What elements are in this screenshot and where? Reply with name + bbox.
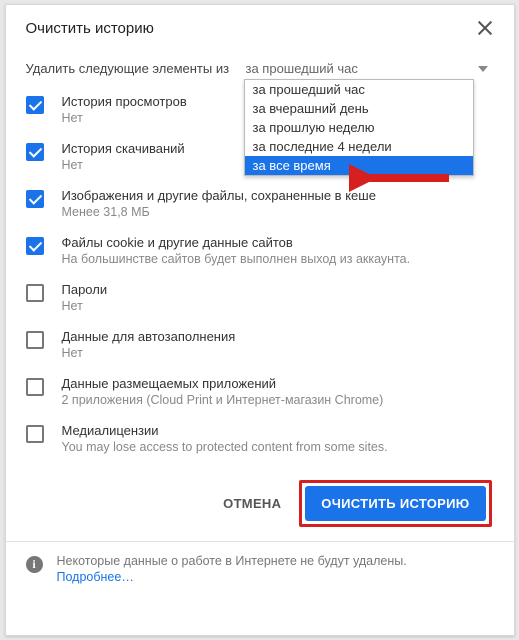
time-range-row: Удалить следующие элементы из за прошедш… (6, 47, 514, 80)
clear-history-dialog: Очистить историю Удалить следующие элеме… (5, 4, 515, 636)
select-header[interactable]: за прошедший час (246, 59, 494, 80)
time-range-dropdown: за прошедший часза вчерашний деньза прош… (244, 79, 474, 176)
item-sublabel: На большинстве сайтов будет выполнен вых… (62, 252, 494, 266)
list-item: Данные размещаемых приложений 2 приложени… (26, 368, 494, 415)
checkbox[interactable] (26, 284, 44, 302)
item-label: Данные размещаемых приложений (62, 376, 494, 391)
dropdown-option[interactable]: за прошедший час (245, 80, 473, 99)
item-label: Данные для автозаполнения (62, 329, 494, 344)
dropdown-option[interactable]: за вчерашний день (245, 99, 473, 118)
list-item: Файлы cookie и другие данные сайтов На бо… (26, 227, 494, 274)
item-sublabel: You may lose access to protected content… (62, 440, 494, 454)
time-range-select[interactable]: за прошедший час за прошедший часза вчер… (246, 59, 494, 80)
time-range-label: Удалить следующие элементы из (26, 59, 246, 76)
dialog-header: Очистить историю (6, 5, 514, 47)
checkbox[interactable] (26, 190, 44, 208)
item-sublabel: Нет (62, 346, 494, 360)
item-label: Медиалицензии (62, 423, 494, 438)
list-item: Медиалицензии You may lose access to prot… (26, 415, 494, 462)
confirm-button-highlight: ОЧИСТИТЬ ИСТОРИЮ (299, 480, 491, 527)
dropdown-option[interactable]: за все время (245, 156, 473, 175)
checkbox[interactable] (26, 378, 44, 396)
item-sublabel: 2 приложения (Cloud Print и Интернет-маг… (62, 393, 494, 407)
dialog-title: Очистить историю (26, 20, 154, 37)
item-sublabel: Нет (62, 299, 494, 313)
checkbox[interactable] (26, 425, 44, 443)
chevron-down-icon (478, 66, 488, 72)
item-label: Пароли (62, 282, 494, 297)
list-item: Пароли Нет (26, 274, 494, 321)
close-icon[interactable] (476, 19, 494, 37)
checkbox[interactable] (26, 96, 44, 114)
select-value: за прошедший час (246, 61, 358, 76)
cancel-button[interactable]: ОТМЕНА (223, 496, 281, 511)
dialog-buttons: ОТМЕНА ОЧИСТИТЬ ИСТОРИЮ (6, 462, 514, 541)
item-label: Файлы cookie и другие данные сайтов (62, 235, 494, 250)
dialog-footer: i Некоторые данные о работе в Интернете … (6, 541, 514, 596)
checkbox[interactable] (26, 237, 44, 255)
list-item: Данные для автозаполнения Нет (26, 321, 494, 368)
dropdown-option[interactable]: за прошлую неделю (245, 118, 473, 137)
item-sublabel: Менее 31,8 МБ (62, 205, 494, 219)
checkbox[interactable] (26, 143, 44, 161)
learn-more-link[interactable]: Подробнее… (57, 570, 134, 584)
dropdown-option[interactable]: за последние 4 недели (245, 137, 473, 156)
item-label: Изображения и другие файлы, сохраненные … (62, 188, 494, 203)
footer-text: Некоторые данные о работе в Интернете не… (57, 554, 407, 584)
info-icon: i (26, 556, 43, 573)
checkbox[interactable] (26, 331, 44, 349)
confirm-button[interactable]: ОЧИСТИТЬ ИСТОРИЮ (305, 486, 485, 521)
list-item: Изображения и другие файлы, сохраненные … (26, 180, 494, 227)
